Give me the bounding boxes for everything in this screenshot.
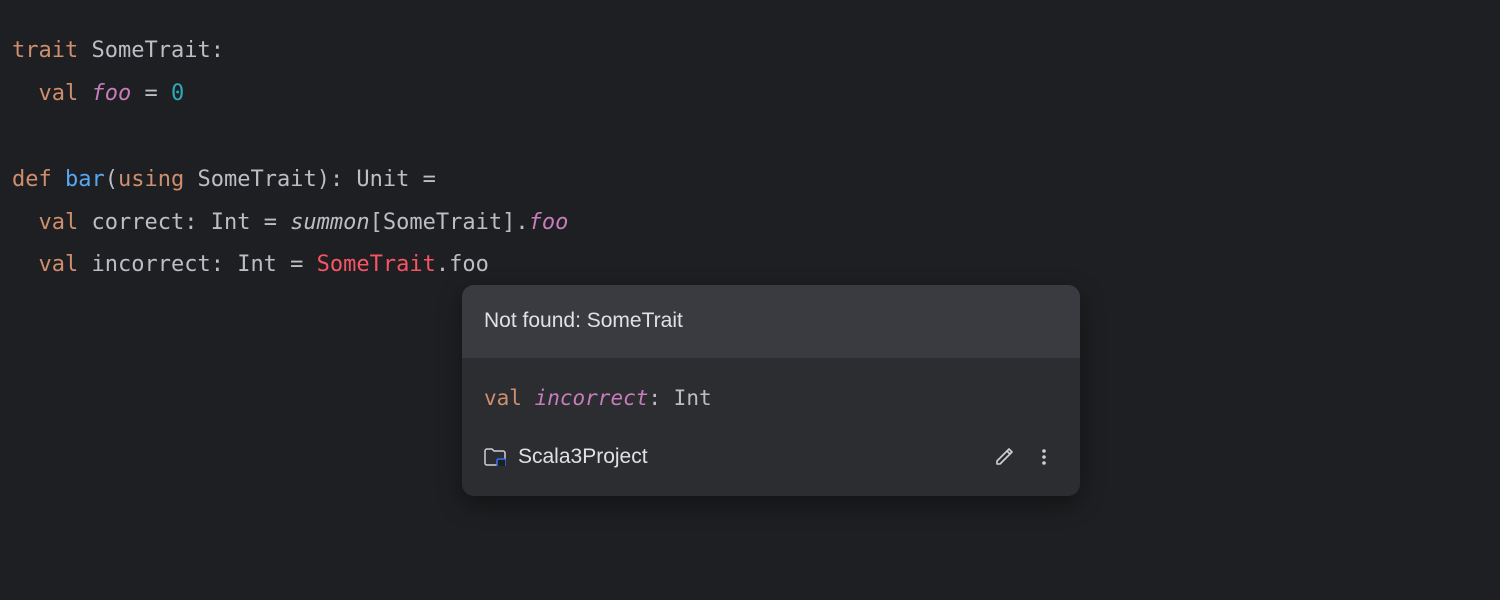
return-type: : Unit = bbox=[330, 167, 436, 192]
code-line-4: def bar(using SomeTrait): Unit = bbox=[12, 159, 1488, 202]
dot-member: .foo bbox=[436, 252, 489, 277]
var-name: incorrect bbox=[78, 252, 210, 277]
error-identifier: SomeTrait bbox=[317, 252, 436, 277]
keyword-val: val bbox=[39, 81, 79, 106]
tooltip-error-message: Not found: SomeTrait bbox=[462, 285, 1080, 358]
keyword-def: def bbox=[12, 167, 52, 192]
colon: : bbox=[211, 38, 224, 63]
more-options-icon[interactable] bbox=[1030, 443, 1058, 471]
error-tooltip: Not found: SomeTrait val incorrect: Int … bbox=[462, 285, 1080, 496]
rbracket: ] bbox=[502, 210, 515, 235]
keyword-val: val bbox=[484, 386, 522, 410]
equals: = bbox=[131, 81, 171, 106]
edit-icon[interactable] bbox=[990, 443, 1018, 471]
module-folder-icon bbox=[484, 448, 506, 466]
code-line-1: trait SomeTrait: bbox=[12, 30, 1488, 73]
keyword-val: val bbox=[39, 210, 79, 235]
code-line-3 bbox=[12, 116, 1488, 159]
project-name: Scala3Project bbox=[518, 437, 648, 478]
dot: . bbox=[515, 210, 528, 235]
keyword-using: using bbox=[118, 167, 184, 192]
code-editor[interactable]: trait SomeTrait: val foo = 0 def bar(usi… bbox=[12, 30, 1488, 287]
tooltip-quick-doc: val incorrect: Int bbox=[462, 358, 1080, 425]
rparen: ) bbox=[317, 167, 330, 192]
type-suffix: : Int bbox=[648, 386, 711, 410]
member-access: foo bbox=[529, 210, 569, 235]
var-name: correct bbox=[78, 210, 184, 235]
field-name: incorrect bbox=[535, 386, 649, 410]
keyword-val: val bbox=[39, 252, 79, 277]
keyword-trait: trait bbox=[12, 38, 78, 63]
code-line-6: val incorrect: Int = SomeTrait.foo bbox=[12, 244, 1488, 287]
lparen: ( bbox=[105, 167, 118, 192]
lbracket: [ bbox=[370, 210, 383, 235]
type-annotation: : Int = bbox=[211, 252, 317, 277]
code-line-2: val foo = 0 bbox=[12, 73, 1488, 116]
number-literal: 0 bbox=[171, 81, 184, 106]
summon-call: summon bbox=[290, 210, 369, 235]
param-type: SomeTrait bbox=[184, 167, 316, 192]
function-name: bar bbox=[65, 167, 105, 192]
field-name: foo bbox=[92, 81, 132, 106]
code-line-5: val correct: Int = summon[SomeTrait].foo bbox=[12, 202, 1488, 245]
tooltip-footer: Scala3Project bbox=[462, 425, 1080, 496]
type-annotation: : Int = bbox=[184, 210, 290, 235]
type-name: SomeTrait bbox=[91, 38, 210, 63]
type-arg: SomeTrait bbox=[383, 210, 502, 235]
